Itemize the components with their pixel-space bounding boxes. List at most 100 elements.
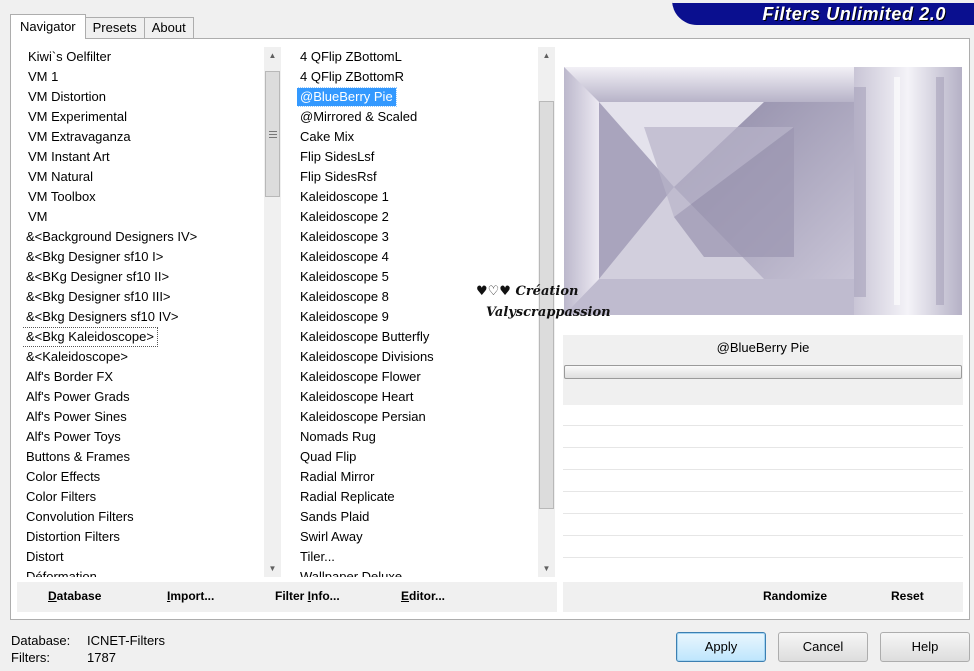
filter-list-item[interactable]: Nomads Rug <box>297 427 537 447</box>
category-list-item[interactable]: Kiwi`s Oelfilter <box>23 47 263 67</box>
category-list-item[interactable]: &<BKg Designer sf10 II> <box>23 267 263 287</box>
category-list-item[interactable]: Déformation <box>23 567 263 577</box>
help-button[interactable]: Help <box>880 632 970 662</box>
filter-list-item[interactable]: Kaleidoscope 4 <box>297 247 537 267</box>
category-list-item[interactable]: VM Experimental <box>23 107 263 127</box>
scroll-up-icon[interactable]: ▲ <box>264 47 281 64</box>
category-list-item-label: VM Experimental <box>28 109 127 124</box>
parameter-row <box>563 513 963 514</box>
tab-about[interactable]: About <box>143 17 194 39</box>
filter-list-item-label: Radial Replicate <box>300 489 395 504</box>
category-list-item[interactable]: VM Natural <box>23 167 263 187</box>
category-list-item[interactable]: VM Distortion <box>23 87 263 107</box>
list-button-bar: Database Import... Filter Info... Editor… <box>17 582 557 612</box>
parameter-row <box>563 557 963 558</box>
category-list-item-label: &<Bkg Designer sf10 I> <box>26 249 164 264</box>
category-list-item-label: VM <box>28 209 48 224</box>
filter-list-item[interactable]: 4 QFlip ZBottomL <box>297 47 537 67</box>
database-button[interactable]: Database <box>48 589 101 603</box>
category-list-item[interactable]: VM Toolbox <box>23 187 263 207</box>
watermark: ♥♡♥ Création Valyscrappassion <box>476 281 611 323</box>
category-list-item[interactable]: Color Effects <box>23 467 263 487</box>
category-list-item-label: Déformation <box>26 569 97 577</box>
category-list-item-label: VM Extravaganza <box>28 129 131 144</box>
category-list-item-label: Alf's Power Sines <box>26 409 127 424</box>
category-list-item[interactable]: &<Background Designers IV> <box>23 227 263 247</box>
filters-count: 1787 <box>87 650 116 665</box>
preview-button-bar: Randomize Reset <box>563 582 963 612</box>
category-list-item[interactable]: Convolution Filters <box>23 507 263 527</box>
filter-list-item[interactable]: Swirl Away <box>297 527 537 547</box>
parameter-row <box>563 491 963 492</box>
category-list-item[interactable]: Alf's Border FX <box>23 367 263 387</box>
apply-button[interactable]: Apply <box>676 632 766 662</box>
filter-list-item[interactable]: 4 QFlip ZBottomR <box>297 67 537 87</box>
scroll-down-icon[interactable]: ▼ <box>264 560 281 577</box>
category-list-item[interactable]: Alf's Power Grads <box>23 387 263 407</box>
import-button[interactable]: Import... <box>167 589 214 603</box>
category-list-item[interactable]: Alf's Power Toys <box>23 427 263 447</box>
category-scroll-thumb[interactable] <box>265 71 280 197</box>
category-list-item[interactable]: &<Bkg Designer sf10 I> <box>23 247 263 267</box>
filter-list-item-label: Sands Plaid <box>300 509 370 524</box>
scroll-down-icon[interactable]: ▼ <box>538 560 555 577</box>
category-list-item[interactable]: VM Instant Art <box>23 147 263 167</box>
category-list-item[interactable]: &<Bkg Designers sf10 IV> <box>23 307 263 327</box>
category-list-item[interactable]: VM 1 <box>23 67 263 87</box>
category-list-item[interactable]: Color Filters <box>23 487 263 507</box>
category-list-item[interactable]: Distort <box>23 547 263 567</box>
category-list-item-label: &<Bkg Kaleidoscope> <box>23 327 158 347</box>
filter-list-item[interactable]: Kaleidoscope Flower <box>297 367 537 387</box>
filter-list-item-label: @BlueBerry Pie <box>297 87 397 107</box>
filter-info-button[interactable]: Filter Info... <box>275 589 340 603</box>
filter-list-item[interactable]: Kaleidoscope Heart <box>297 387 537 407</box>
filter-list-item[interactable]: Radial Replicate <box>297 487 537 507</box>
category-list-item-label: Color Filters <box>26 489 97 504</box>
category-list-item[interactable]: &<Bkg Kaleidoscope> <box>23 327 263 347</box>
filter-list-item[interactable]: @BlueBerry Pie <box>297 87 537 107</box>
filter-list-item[interactable]: Wallpaper Deluxe <box>297 567 537 577</box>
filter-list-item[interactable]: Quad Flip <box>297 447 537 467</box>
reset-button[interactable]: Reset <box>891 589 924 603</box>
cancel-button[interactable]: Cancel <box>778 632 868 662</box>
filter-list-item[interactable]: Kaleidoscope 1 <box>297 187 537 207</box>
filter-list-item[interactable]: Kaleidoscope Butterfly <box>297 327 537 347</box>
filter-list-item[interactable]: Sands Plaid <box>297 507 537 527</box>
filter-list-item[interactable]: Flip SidesLsf <box>297 147 537 167</box>
filter-list-item[interactable]: Cake Mix <box>297 127 537 147</box>
filter-list-item-label: Kaleidoscope 1 <box>300 189 389 204</box>
randomize-button[interactable]: Randomize <box>763 589 827 603</box>
category-list-item-label: &<Bkg Designers sf10 IV> <box>26 309 179 324</box>
filter-list-item[interactable]: Kaleidoscope Persian <box>297 407 537 427</box>
app-title: Filters Unlimited 2.0 <box>762 4 946 24</box>
parameter-row <box>563 469 963 470</box>
category-list-item-label: &<Bkg Designer sf10 III> <box>26 289 171 304</box>
category-list-item[interactable]: Distortion Filters <box>23 527 263 547</box>
category-list-item[interactable]: &<Kaleidoscope> <box>23 347 263 367</box>
filter-list-item[interactable]: Kaleidoscope 2 <box>297 207 537 227</box>
category-list-item[interactable]: VM <box>23 207 263 227</box>
filter-list-item[interactable]: @Mirrored & Scaled <box>297 107 537 127</box>
parameter-slider[interactable] <box>564 365 962 379</box>
category-list-items: Kiwi`s Oelfilter VM 1 VM Distortion VM Expe… <box>23 47 263 577</box>
tab-presets[interactable]: Presets <box>84 17 145 39</box>
filter-list-item[interactable]: Flip SidesRsf <box>297 167 537 187</box>
category-list-item[interactable]: Alf's Power Sines <box>23 407 263 427</box>
filter-list-item[interactable]: Radial Mirror <box>297 467 537 487</box>
category-list-item[interactable]: &<Bkg Designer sf10 III> <box>23 287 263 307</box>
editor-button[interactable]: Editor... <box>401 589 445 603</box>
filter-list-item[interactable]: Kaleidoscope Divisions <box>297 347 537 367</box>
database-value: ICNET-Filters <box>87 633 165 648</box>
grip-icon <box>269 131 277 138</box>
category-list[interactable]: Kiwi`s Oelfilter VM 1 VM Distortion VM Expe… <box>23 47 281 577</box>
category-list-item-label: &<BKg Designer sf10 II> <box>26 269 170 284</box>
category-list-item-label: Distort <box>26 549 64 564</box>
tab-navigator[interactable]: Navigator <box>10 14 86 39</box>
scroll-up-icon[interactable]: ▲ <box>538 47 555 64</box>
category-scrollbar[interactable]: ▲ ▼ <box>264 47 281 577</box>
filter-list-item-label: @Mirrored & Scaled <box>300 109 418 124</box>
category-list-item[interactable]: VM Extravaganza <box>23 127 263 147</box>
filter-list-item[interactable]: Tiler... <box>297 547 537 567</box>
category-list-item[interactable]: Buttons & Frames <box>23 447 263 467</box>
filter-list-item[interactable]: Kaleidoscope 3 <box>297 227 537 247</box>
